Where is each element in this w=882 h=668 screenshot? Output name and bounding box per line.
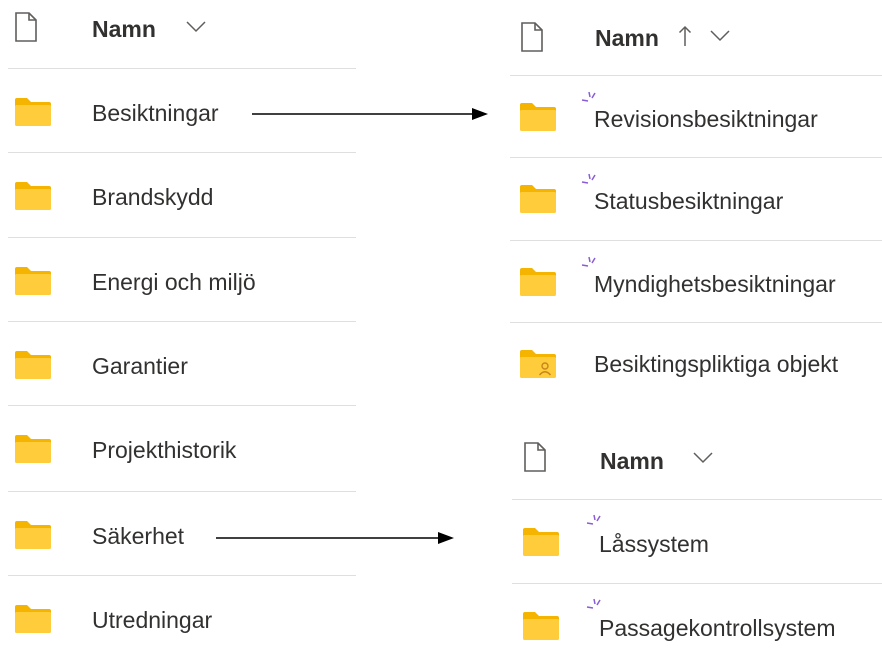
folder-name[interactable]: Revisionsbesiktningar (594, 106, 818, 133)
left-list-header: Namn (0, 0, 360, 56)
list-item[interactable]: Myndighetsbesiktningar (510, 241, 882, 325)
folder-icon (14, 266, 52, 301)
list-item[interactable]: Statusbesiktningar (510, 158, 882, 242)
folder-icon (14, 350, 52, 385)
folder-icon (522, 527, 560, 562)
folder-icon (14, 434, 52, 469)
list-item[interactable]: Besiktingspliktiga objekt (510, 323, 882, 407)
list-item[interactable]: Projekthistorik (0, 406, 360, 490)
folder-icon (14, 604, 52, 639)
list-item[interactable]: Låssystem (512, 500, 882, 584)
list-item[interactable]: Garantier (0, 322, 360, 406)
folder-icon (519, 102, 557, 137)
arrow-connector-besiktningar (252, 108, 488, 120)
folder-name[interactable]: Brandskydd (92, 184, 213, 211)
folder-name[interactable]: Statusbesiktningar (594, 188, 783, 215)
name-column-header[interactable]: Namn (595, 25, 659, 52)
folder-name[interactable]: Besiktingspliktiga objekt (594, 351, 838, 378)
folder-name[interactable]: Garantier (92, 353, 188, 380)
folder-icon (519, 184, 557, 219)
right-top-list-header: Namn (510, 0, 882, 56)
name-column-header[interactable]: Namn (92, 16, 156, 43)
file-icon (14, 12, 38, 47)
folder-name[interactable]: Energi och miljö (92, 269, 256, 296)
folder-name[interactable]: Utredningar (92, 607, 212, 634)
list-item[interactable]: Passagekontrollsystem (512, 584, 882, 668)
right-bottom-list-header: Namn (512, 420, 882, 476)
name-column-header[interactable]: Namn (600, 448, 664, 475)
folder-icon (519, 267, 557, 302)
chevron-down-icon[interactable] (692, 451, 714, 470)
list-item[interactable]: Utredningar (0, 576, 360, 660)
list-item[interactable]: Brandskydd (0, 153, 360, 237)
left-folder-list: Namn Besiktningar Brandskydd Energi och … (0, 0, 360, 657)
folder-name[interactable]: Besiktningar (92, 100, 219, 127)
folder-name[interactable]: Säkerhet (92, 523, 184, 550)
arrow-connector-sakerhet (216, 532, 454, 544)
file-icon (520, 22, 544, 57)
folder-icon (522, 611, 560, 646)
folder-name[interactable]: Projekthistorik (92, 437, 236, 464)
folder-name[interactable]: Myndighetsbesiktningar (594, 271, 836, 298)
arrow-up-icon (678, 24, 692, 53)
folder-icon (14, 97, 52, 132)
folder-icon (14, 520, 52, 555)
folder-icon (14, 181, 52, 216)
chevron-down-icon[interactable] (185, 20, 207, 39)
file-icon (523, 442, 547, 477)
list-item[interactable]: Revisionsbesiktningar (510, 76, 882, 160)
folder-name[interactable]: Låssystem (599, 531, 709, 558)
right-bottom-folder-list: Namn Låssystem Passagekontrollsystem (512, 420, 882, 657)
list-item[interactable]: Energi och miljö (0, 238, 360, 322)
right-top-folder-list: Namn Revisionsbesiktningar Statusbesiktn… (510, 0, 882, 410)
folder-name[interactable]: Passagekontrollsystem (599, 615, 836, 642)
chevron-down-icon[interactable] (709, 29, 731, 48)
shared-folder-icon (519, 349, 557, 384)
